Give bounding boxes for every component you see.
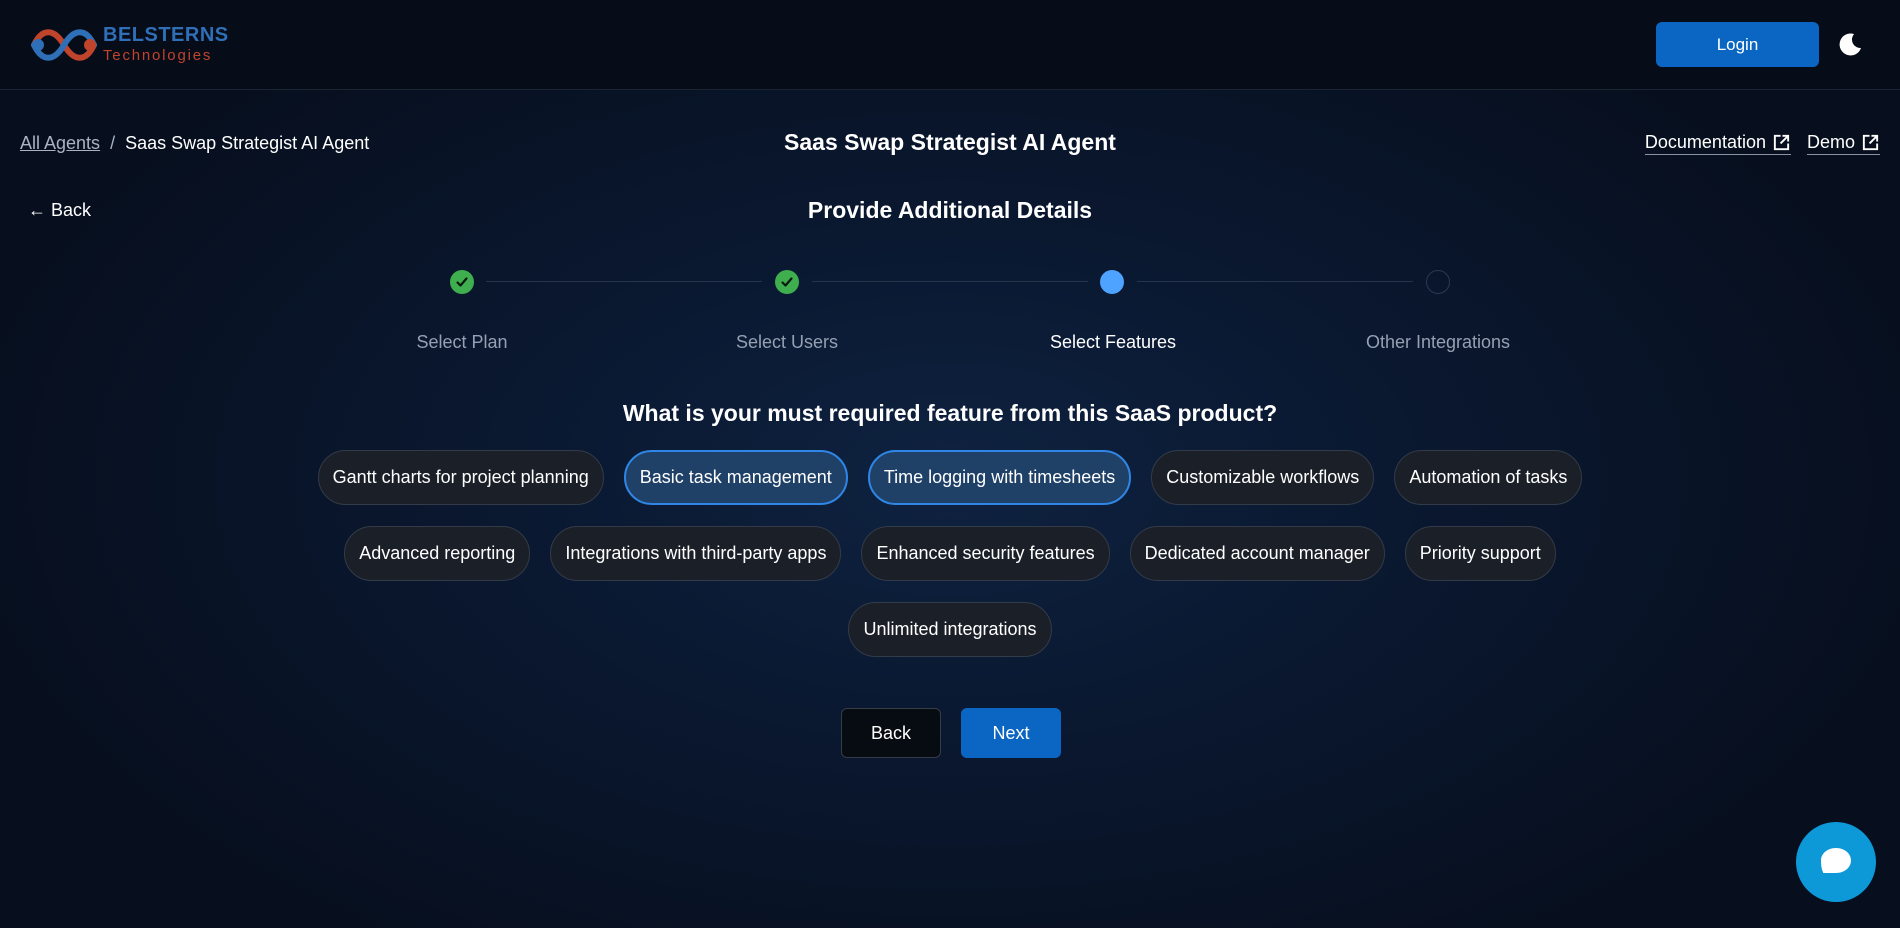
section-title: Provide Additional Details <box>807 197 1093 223</box>
chat-bubble-icon <box>1821 848 1851 873</box>
feature-question: What is your must required feature from … <box>622 400 1278 426</box>
check-icon <box>456 277 468 287</box>
demo-link[interactable]: Demo <box>1806 132 1880 155</box>
logo-mark-icon <box>31 29 97 61</box>
theme-toggle[interactable] <box>1836 30 1864 58</box>
external-link-icon <box>1773 134 1790 151</box>
step-1-indicator <box>450 270 474 294</box>
login-button[interactable]: Login <box>1656 22 1819 67</box>
feature-options-row: Advanced reporting Integrations with thi… <box>0 526 1900 581</box>
chat-button[interactable] <box>1796 822 1876 902</box>
moon-icon <box>1839 33 1861 56</box>
step-label-select-features: Select Features <box>1049 332 1177 352</box>
step-connector <box>812 281 1088 282</box>
feature-chip-customizable-workflows[interactable]: Customizable workflows <box>1151 450 1375 505</box>
company-logo[interactable]: BELSTERNS Technologies <box>30 22 228 68</box>
step-2-indicator <box>775 270 799 294</box>
step-4-indicator <box>1426 270 1450 294</box>
feature-chip-basic-task-management[interactable]: Basic task management <box>623 450 848 505</box>
step-connector <box>486 281 762 282</box>
feature-chip-enhanced-security[interactable]: Enhanced security features <box>861 526 1110 581</box>
back-button[interactable]: Back <box>841 708 941 758</box>
step-label-select-plan: Select Plan <box>416 332 508 352</box>
documentation-label: Documentation <box>1644 132 1766 152</box>
feature-chip-advanced-reporting[interactable]: Advanced reporting <box>344 526 531 581</box>
feature-options: Gantt charts for project planning Basic … <box>0 450 1900 678</box>
feature-options-row: Unlimited integrations <box>0 602 1900 657</box>
step-label-other-integrations: Other Integrations <box>1365 332 1511 352</box>
feature-chip-gantt-charts[interactable]: Gantt charts for project planning <box>317 450 604 505</box>
progress-stepper: Select Plan Select Users Select Features… <box>0 266 1900 356</box>
check-icon <box>781 277 793 287</box>
feature-chip-time-logging[interactable]: Time logging with timesheets <box>867 450 1132 505</box>
top-bar: BELSTERNS Technologies Login <box>0 0 1900 90</box>
feature-chip-priority-support[interactable]: Priority support <box>1404 526 1556 581</box>
documentation-link[interactable]: Documentation <box>1644 132 1791 155</box>
next-button[interactable]: Next <box>961 708 1061 758</box>
feature-options-row: Gantt charts for project planning Basic … <box>0 450 1900 505</box>
page-title: Saas Swap Strategist AI Agent <box>784 129 1116 155</box>
feature-chip-unlimited-integrations[interactable]: Unlimited integrations <box>848 602 1052 657</box>
logo-line-2: Technologies <box>103 47 213 64</box>
step-label-select-users: Select Users <box>735 332 839 352</box>
external-links: Documentation Demo <box>1644 132 1880 155</box>
step-connector <box>1137 281 1413 282</box>
feature-chip-dedicated-account-manager[interactable]: Dedicated account manager <box>1129 526 1385 581</box>
feature-chip-third-party-integrations[interactable]: Integrations with third-party apps <box>550 526 842 581</box>
step-3-indicator <box>1100 270 1124 294</box>
external-link-icon <box>1862 134 1879 151</box>
demo-label: Demo <box>1806 132 1855 152</box>
logo-line-1: BELSTERNS <box>103 24 229 46</box>
feature-chip-automation-of-tasks[interactable]: Automation of tasks <box>1394 450 1583 505</box>
